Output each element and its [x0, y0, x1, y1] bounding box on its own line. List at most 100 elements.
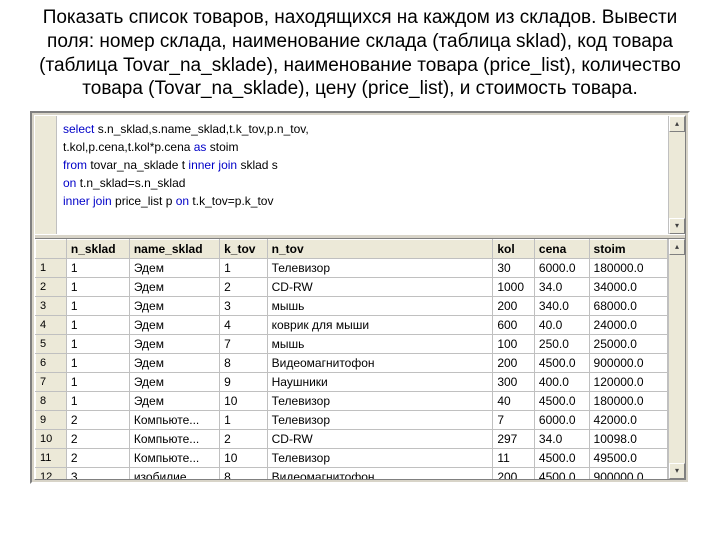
cell-n_tov[interactable]: мышь	[267, 335, 493, 354]
cell-k_tov[interactable]: 4	[220, 316, 268, 335]
cell-name_sklad[interactable]: Эдем	[129, 278, 219, 297]
cell-k_tov[interactable]: 2	[220, 278, 268, 297]
col-n-sklad[interactable]: n_sklad	[66, 240, 129, 259]
scroll-down-icon[interactable]: ▾	[669, 218, 685, 234]
table-row[interactable]: 102Компьюте...2CD-RW29734.010098.0	[36, 430, 668, 449]
cell-name_sklad[interactable]: Компьюте...	[129, 411, 219, 430]
cell-n_tov[interactable]: Телевизор	[267, 259, 493, 278]
cell-name_sklad[interactable]: Компьюте...	[129, 449, 219, 468]
cell-name_sklad[interactable]: Эдем	[129, 392, 219, 411]
col-kol[interactable]: kol	[493, 240, 535, 259]
table-row[interactable]: 51Эдем7мышь100250.025000.0	[36, 335, 668, 354]
table-row[interactable]: 21Эдем2CD-RW100034.034000.0	[36, 278, 668, 297]
cell-kol[interactable]: 297	[493, 430, 535, 449]
table-row[interactable]: 123изобилие....8Видеомагнитофон2004500.0…	[36, 468, 668, 480]
table-row[interactable]: 31Эдем3мышь200340.068000.0	[36, 297, 668, 316]
table-row[interactable]: 61Эдем8Видеомагнитофон2004500.0900000.0	[36, 354, 668, 373]
cell-n_sklad[interactable]: 1	[66, 335, 129, 354]
cell-n_sklad[interactable]: 1	[66, 354, 129, 373]
table-row[interactable]: 71Эдем9Наушники300400.0120000.0	[36, 373, 668, 392]
cell-cena[interactable]: 34.0	[534, 430, 589, 449]
cell-name_sklad[interactable]: Компьюте...	[129, 430, 219, 449]
grid-scrollbar[interactable]: ▴ ▾	[668, 239, 685, 479]
scroll-up-icon[interactable]: ▴	[669, 116, 685, 132]
cell-cena[interactable]: 4500.0	[534, 468, 589, 480]
scroll-up-icon[interactable]: ▴	[669, 239, 685, 255]
cell-stoim[interactable]: 25000.0	[589, 335, 667, 354]
cell-n_tov[interactable]: Видеомагнитофон	[267, 354, 493, 373]
cell-cena[interactable]: 6000.0	[534, 259, 589, 278]
cell-name_sklad[interactable]: Эдем	[129, 373, 219, 392]
cell-cena[interactable]: 34.0	[534, 278, 589, 297]
cell-k_tov[interactable]: 2	[220, 430, 268, 449]
cell-n_sklad[interactable]: 2	[66, 411, 129, 430]
cell-kol[interactable]: 300	[493, 373, 535, 392]
cell-n_tov[interactable]: мышь	[267, 297, 493, 316]
cell-cena[interactable]: 340.0	[534, 297, 589, 316]
cell-cena[interactable]: 4500.0	[534, 392, 589, 411]
cell-stoim[interactable]: 180000.0	[589, 259, 667, 278]
col-n-tov[interactable]: n_tov	[267, 240, 493, 259]
cell-n_sklad[interactable]: 1	[66, 373, 129, 392]
table-row[interactable]: 112Компьюте...10Телевизор114500.049500.0	[36, 449, 668, 468]
cell-stoim[interactable]: 120000.0	[589, 373, 667, 392]
cell-stoim[interactable]: 10098.0	[589, 430, 667, 449]
cell-n_sklad[interactable]: 3	[66, 468, 129, 480]
col-stoim[interactable]: stoim	[589, 240, 667, 259]
cell-kol[interactable]: 11	[493, 449, 535, 468]
cell-k_tov[interactable]: 7	[220, 335, 268, 354]
cell-name_sklad[interactable]: Эдем	[129, 316, 219, 335]
cell-kol[interactable]: 7	[493, 411, 535, 430]
cell-n_tov[interactable]: Видеомагнитофон	[267, 468, 493, 480]
cell-kol[interactable]: 200	[493, 297, 535, 316]
cell-n_sklad[interactable]: 1	[66, 297, 129, 316]
cell-kol[interactable]: 600	[493, 316, 535, 335]
cell-kol[interactable]: 40	[493, 392, 535, 411]
cell-kol[interactable]: 1000	[493, 278, 535, 297]
cell-k_tov[interactable]: 1	[220, 411, 268, 430]
cell-cena[interactable]: 40.0	[534, 316, 589, 335]
cell-n_tov[interactable]: коврик для мыши	[267, 316, 493, 335]
cell-k_tov[interactable]: 8	[220, 354, 268, 373]
sql-editor[interactable]: select s.n_sklad,s.name_sklad,t.k_tov,p.…	[57, 116, 668, 234]
cell-name_sklad[interactable]: Эдем	[129, 297, 219, 316]
cell-kol[interactable]: 100	[493, 335, 535, 354]
cell-stoim[interactable]: 900000.0	[589, 468, 667, 480]
cell-cena[interactable]: 6000.0	[534, 411, 589, 430]
cell-cena[interactable]: 4500.0	[534, 354, 589, 373]
cell-cena[interactable]: 4500.0	[534, 449, 589, 468]
cell-cena[interactable]: 250.0	[534, 335, 589, 354]
cell-name_sklad[interactable]: Эдем	[129, 335, 219, 354]
cell-n_sklad[interactable]: 1	[66, 316, 129, 335]
cell-n_tov[interactable]: Телевизор	[267, 449, 493, 468]
table-row[interactable]: 41Эдем4коврик для мыши60040.024000.0	[36, 316, 668, 335]
cell-stoim[interactable]: 42000.0	[589, 411, 667, 430]
cell-n_sklad[interactable]: 2	[66, 430, 129, 449]
cell-n_sklad[interactable]: 1	[66, 392, 129, 411]
cell-n_tov[interactable]: Наушники	[267, 373, 493, 392]
cell-cena[interactable]: 400.0	[534, 373, 589, 392]
cell-k_tov[interactable]: 3	[220, 297, 268, 316]
col-k-tov[interactable]: k_tov	[220, 240, 268, 259]
cell-n_tov[interactable]: CD-RW	[267, 430, 493, 449]
cell-stoim[interactable]: 68000.0	[589, 297, 667, 316]
col-cena[interactable]: cena	[534, 240, 589, 259]
cell-n_tov[interactable]: CD-RW	[267, 278, 493, 297]
cell-kol[interactable]: 200	[493, 354, 535, 373]
table-row[interactable]: 11Эдем1Телевизор306000.0180000.0	[36, 259, 668, 278]
col-name-sklad[interactable]: name_sklad	[129, 240, 219, 259]
cell-name_sklad[interactable]: Эдем	[129, 259, 219, 278]
table-row[interactable]: 81Эдем10Телевизор404500.0180000.0	[36, 392, 668, 411]
cell-kol[interactable]: 200	[493, 468, 535, 480]
cell-n_tov[interactable]: Телевизор	[267, 411, 493, 430]
cell-n_sklad[interactable]: 2	[66, 449, 129, 468]
cell-n_sklad[interactable]: 1	[66, 259, 129, 278]
cell-stoim[interactable]: 24000.0	[589, 316, 667, 335]
cell-k_tov[interactable]: 9	[220, 373, 268, 392]
cell-stoim[interactable]: 180000.0	[589, 392, 667, 411]
cell-n_sklad[interactable]: 1	[66, 278, 129, 297]
col-rownum[interactable]	[36, 240, 67, 259]
cell-stoim[interactable]: 49500.0	[589, 449, 667, 468]
table-row[interactable]: 92Компьюте...1Телевизор76000.042000.0	[36, 411, 668, 430]
cell-k_tov[interactable]: 8	[220, 468, 268, 480]
